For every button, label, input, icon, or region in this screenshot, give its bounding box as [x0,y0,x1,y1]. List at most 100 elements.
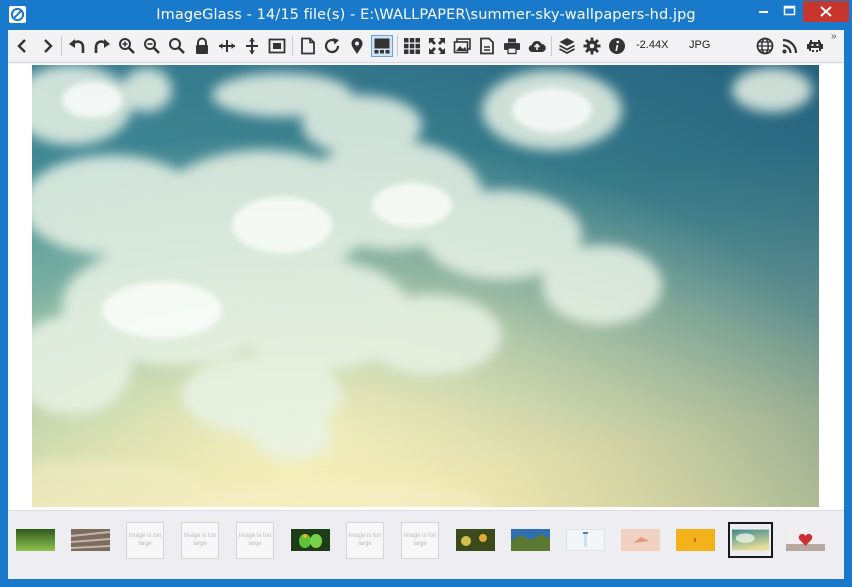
thumb-lighthouse-image [565,529,605,551]
extension-manager-button[interactable] [556,35,578,57]
thumb-placeholder-2-text: Image is too large [181,521,219,559]
next-image-button[interactable] [36,35,58,57]
scale-to-width-icon [219,40,235,52]
report-bug-icon [807,40,823,52]
thumb-placeholder-5-text: Image is too large [401,521,439,559]
thumb-heart-image [785,529,825,551]
thumbnail-bar: Image is too large Image is too large Im… [8,510,844,579]
print-icon [504,38,520,55]
thumb-wood-image [70,529,110,551]
thumbnail-bar-icon [374,38,390,54]
thumb-placeholder-5[interactable]: Image is too large [399,521,441,559]
report-bug-button[interactable] [804,35,826,57]
language-button[interactable] [754,35,776,57]
language-icon [756,37,774,55]
summer-sky-image[interactable] [32,65,819,507]
thumb-orange-image [675,529,715,551]
maximize-icon [783,5,796,16]
thumb-placeholder-4-text: Image is too large [346,521,384,559]
previous-image-icon [17,39,26,53]
zoom-in-button[interactable] [116,35,138,57]
upload-icon [528,40,546,53]
print-button[interactable] [501,35,523,57]
thumb-landscape-image [510,529,550,551]
zoom-out-icon [144,38,160,54]
next-image-icon [44,39,53,53]
window-title: ImageGlass - 14/15 file(s) - E:\WALLPAPE… [156,7,696,23]
thumb-placeholder-4[interactable]: Image is too large [344,521,386,559]
thumb-landscape[interactable] [509,522,551,558]
scale-to-height-icon [246,38,258,54]
thumb-pink-bird-image [620,529,660,551]
thumb-parrots[interactable] [289,522,331,558]
thumb-parrots-image [290,529,330,551]
client-area: -2.44X JPG » Image is too large Image is… [8,30,844,579]
rotate-right-icon [94,39,110,53]
auto-zoom-icon [268,38,286,54]
scale-to-height-button[interactable] [241,35,263,57]
thumb-grass[interactable] [14,522,56,558]
summer-sky-photo [32,65,819,507]
about-button[interactable] [606,35,628,57]
title-bar[interactable]: ImageGlass - 14/15 file(s) - E:\WALLPAPE… [0,0,852,30]
zoom-out-button[interactable] [141,35,163,57]
zoom-lock-icon [196,37,208,54]
toolbar-separator [397,36,398,56]
image-viewer[interactable] [8,64,844,510]
thumb-orange[interactable] [674,522,716,558]
actual-size-icon [169,38,185,54]
checkerboard-icon [404,38,420,54]
convert-icon [480,37,494,55]
rss-button[interactable] [779,35,801,57]
thumb-summer-sky-image [732,529,769,551]
fullscreen-icon [429,38,445,54]
thumb-heart[interactable] [784,522,826,558]
thumb-flowers[interactable] [454,522,496,558]
image-format-label: JPG [689,39,711,51]
thumb-placeholder-2[interactable]: Image is too large [179,521,221,559]
toolbar: -2.44X JPG » [8,30,844,63]
refresh-button[interactable] [321,35,343,57]
thumb-pink-bird[interactable] [619,522,661,558]
rss-icon [782,38,798,54]
convert-button[interactable] [476,35,498,57]
toolbar-separator [61,36,62,56]
thumb-placeholder-1-text: Image is too large [126,521,164,559]
settings-button[interactable] [581,35,603,57]
close-button[interactable] [803,1,849,22]
slideshow-button[interactable] [451,35,473,57]
refresh-icon [324,38,340,54]
zoom-lock-button[interactable] [191,35,213,57]
thumb-lighthouse[interactable] [564,522,606,558]
thumb-placeholder-1[interactable]: Image is too large [124,521,166,559]
settings-icon [583,37,601,55]
toolbar-separator [551,36,552,56]
thumb-wood[interactable] [69,522,111,558]
thumb-placeholder-3[interactable]: Image is too large [234,521,276,559]
goto-image-button[interactable] [346,35,368,57]
rotate-right-button[interactable] [91,35,113,57]
minimize-icon [759,11,768,13]
thumb-flowers-image [455,529,495,551]
actual-size-button[interactable] [166,35,188,57]
checkerboard-button[interactable] [401,35,423,57]
extension-manager-icon [559,38,575,55]
about-icon [609,38,625,54]
zoom-in-icon [119,38,135,54]
auto-zoom-button[interactable] [266,35,288,57]
thumb-summer-sky[interactable] [728,522,773,558]
fullscreen-button[interactable] [426,35,448,57]
toolbar-overflow-button[interactable]: » [831,31,837,42]
goto-image-icon [351,38,363,54]
open-file-button[interactable] [297,35,319,57]
toolbar-separator [292,36,293,56]
thumb-placeholder-3-text: Image is too large [236,521,274,559]
upload-button[interactable] [526,35,548,57]
thumbnail-bar-button[interactable] [371,35,393,57]
thumb-grass-image [15,529,55,551]
maximize-button[interactable] [777,1,802,22]
rotate-left-button[interactable] [66,35,88,57]
previous-image-button[interactable] [12,35,34,57]
minimize-button[interactable] [751,1,777,22]
scale-to-width-button[interactable] [216,35,238,57]
